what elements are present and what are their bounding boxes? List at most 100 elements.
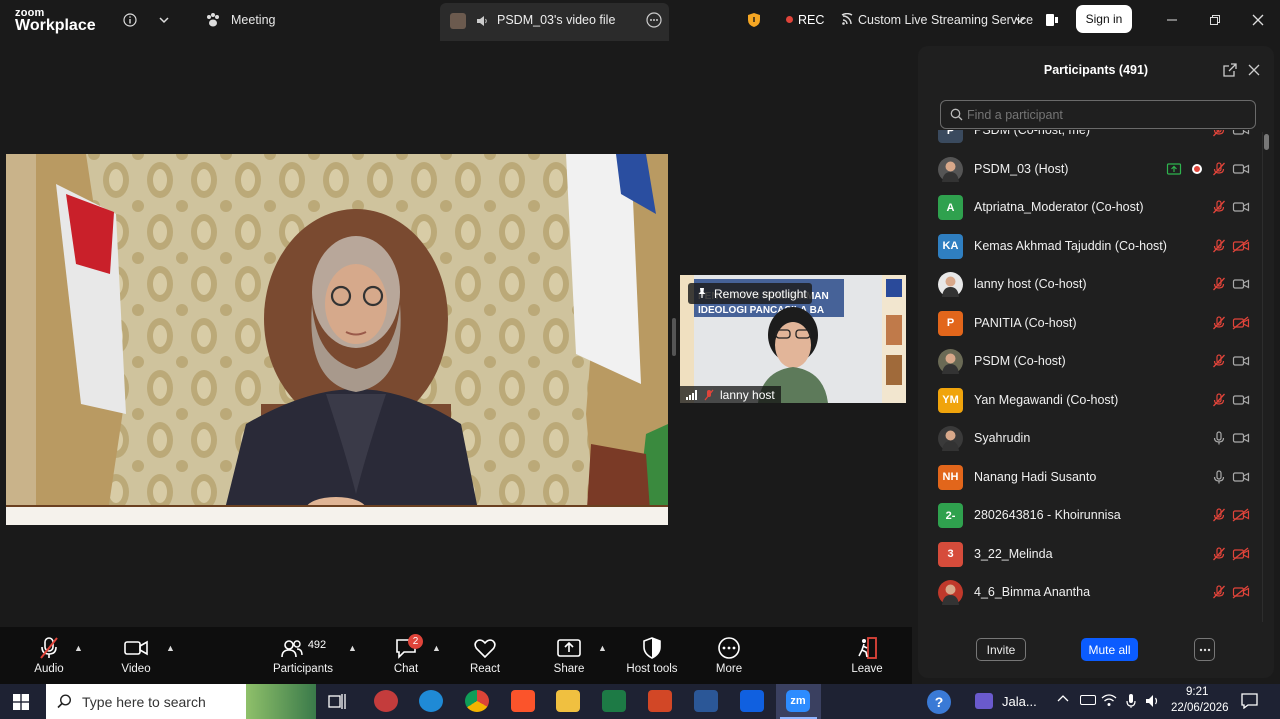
close-panel-icon[interactable] [1248, 63, 1260, 81]
side-panel-icon[interactable] [1043, 11, 1061, 29]
meeting-tab[interactable]: Meeting [231, 13, 275, 27]
clock-time[interactable]: 9:21 [1186, 686, 1208, 698]
camera-off-icon[interactable] [1232, 546, 1250, 562]
volume-icon[interactable] [1145, 693, 1161, 712]
muted-mic-icon[interactable] [1211, 130, 1227, 138]
edge-browser-icon[interactable] [419, 690, 443, 712]
camera-icon[interactable] [1232, 469, 1250, 485]
camera-icon[interactable] [1232, 353, 1250, 369]
host-tools-button[interactable]: Host tools [622, 627, 682, 684]
muted-mic-icon[interactable] [1211, 584, 1227, 600]
sign-in-button[interactable]: Sign in [1076, 5, 1132, 33]
zoom-taskbar-item[interactable]: zm [776, 684, 821, 719]
camera-off-icon[interactable] [1232, 584, 1250, 600]
share-button[interactable]: Share [549, 627, 589, 684]
snipping-tool-icon[interactable] [374, 690, 398, 712]
more-button[interactable]: More [709, 627, 749, 684]
camera-icon[interactable] [1232, 130, 1250, 138]
participant-row[interactable]: PSDM_03 (Host) [918, 150, 1258, 188]
powerpoint-icon[interactable] [648, 690, 672, 712]
camera-icon[interactable] [1232, 276, 1250, 292]
react-button[interactable]: React [465, 627, 505, 684]
camera-icon[interactable] [1232, 161, 1250, 177]
wifi-icon[interactable] [1101, 693, 1117, 710]
recording-label[interactable]: REC [798, 13, 824, 27]
leave-button[interactable]: Leave [846, 627, 888, 684]
minimize-icon[interactable] [1163, 11, 1181, 29]
clock-date[interactable]: 22/06/2026 [1171, 702, 1229, 714]
windows-start-icon[interactable] [13, 694, 29, 715]
camera-icon[interactable] [1232, 392, 1250, 408]
camera-icon[interactable] [1232, 199, 1250, 215]
participant-row[interactable]: 4_6_Bimma Anantha [918, 573, 1258, 611]
participant-row[interactable]: YM Yan Megawandi (Co-host) [918, 381, 1258, 419]
pop-out-icon[interactable] [1223, 63, 1237, 82]
file-explorer-icon[interactable] [556, 690, 580, 712]
mic-icon[interactable] [1211, 469, 1227, 485]
participant-row[interactable]: P PANITIA (Co-host) [918, 304, 1258, 342]
participant-row[interactable]: NH Nanang Hadi Susanto [918, 458, 1258, 496]
close-window-icon[interactable] [1249, 11, 1267, 29]
video-button[interactable]: Video [115, 627, 157, 684]
battery-icon[interactable] [1080, 695, 1096, 705]
participants-button[interactable]: 492 Participants [268, 627, 338, 684]
muted-mic-icon[interactable] [1211, 238, 1227, 254]
video-file-tab[interactable]: PSDM_03's video file [440, 3, 669, 41]
chat-button[interactable]: Chat 2 [387, 627, 425, 684]
restore-icon[interactable] [1206, 11, 1224, 29]
chrome-browser-icon[interactable] [465, 690, 489, 712]
task-view-icon[interactable] [328, 693, 346, 715]
help-icon[interactable]: ? [927, 690, 951, 714]
participant-row[interactable]: A Atpriatna_Moderator (Co-host) [918, 188, 1258, 226]
resize-handle[interactable] [672, 318, 676, 356]
camera-off-icon[interactable] [1232, 507, 1250, 523]
media-player-icon[interactable] [975, 693, 993, 709]
muted-mic-icon[interactable] [1211, 353, 1227, 369]
mic-icon[interactable] [1211, 430, 1227, 446]
excel-icon[interactable] [602, 690, 626, 712]
spotlight-video-tile[interactable]: PENGUATAN PEMAHAMAN IDEOLOGI PANCASILA B… [680, 275, 906, 403]
media-now-playing-label[interactable]: Jala... [1002, 694, 1037, 709]
camera-off-icon[interactable] [1232, 315, 1250, 331]
chevron-down-icon[interactable] [155, 11, 173, 29]
camera-off-icon[interactable] [1232, 238, 1250, 254]
participant-row[interactable]: Syahrudin [918, 419, 1258, 457]
taskbar-search-box[interactable]: Type here to search [46, 684, 316, 719]
audio-button[interactable]: Audio [28, 627, 70, 684]
info-icon[interactable] [121, 11, 139, 29]
audio-options-chevron-icon[interactable]: ▲ [74, 643, 83, 653]
participant-row[interactable]: PSDM (Co-host) [918, 342, 1258, 380]
camera-icon[interactable] [1232, 430, 1250, 446]
participant-row[interactable]: lanny host (Co-host) [918, 265, 1258, 303]
muted-mic-icon[interactable] [1211, 315, 1227, 331]
mute-all-button[interactable]: Mute all [1081, 638, 1138, 661]
muted-mic-icon[interactable] [1211, 546, 1227, 562]
streaming-service-label[interactable]: Custom Live Streaming Service [858, 13, 1033, 27]
participant-row[interactable]: P PSDM (Co-host, me) [918, 130, 1258, 149]
video-options-chevron-icon[interactable]: ▲ [166, 643, 175, 653]
muted-mic-icon[interactable] [1211, 507, 1227, 523]
invite-button[interactable]: Invite [976, 638, 1026, 661]
show-hidden-icons-chevron-icon[interactable] [1057, 693, 1069, 708]
flashcard-app-icon[interactable] [740, 690, 764, 712]
muted-mic-icon[interactable] [1211, 276, 1227, 292]
word-icon[interactable] [694, 690, 718, 712]
participants-options-chevron-icon[interactable]: ▲ [348, 643, 357, 653]
security-shield-icon[interactable] [745, 11, 763, 29]
more-options-icon[interactable] [646, 12, 662, 33]
share-options-chevron-icon[interactable]: ▲ [598, 643, 607, 653]
brave-browser-icon[interactable] [511, 690, 535, 712]
remove-spotlight-button[interactable]: Remove spotlight [688, 283, 812, 304]
streaming-chevron-icon[interactable] [1011, 11, 1029, 29]
participant-row[interactable]: KA Kemas Akhmad Tajuddin (Co-host) [918, 227, 1258, 265]
chat-options-chevron-icon[interactable]: ▲ [432, 643, 441, 653]
participant-row[interactable]: 2- 2802643816 - Khoirunnisa [918, 496, 1258, 534]
muted-mic-icon[interactable] [1211, 199, 1227, 215]
participant-list-scrollbar[interactable] [1262, 132, 1269, 622]
muted-mic-icon[interactable] [1211, 392, 1227, 408]
panel-more-button[interactable] [1194, 638, 1215, 661]
participant-row[interactable]: 3 3_22_Melinda [918, 535, 1258, 573]
muted-mic-icon[interactable] [1211, 161, 1227, 177]
notifications-icon[interactable] [1241, 693, 1258, 712]
microphone-tray-icon[interactable] [1125, 693, 1137, 712]
